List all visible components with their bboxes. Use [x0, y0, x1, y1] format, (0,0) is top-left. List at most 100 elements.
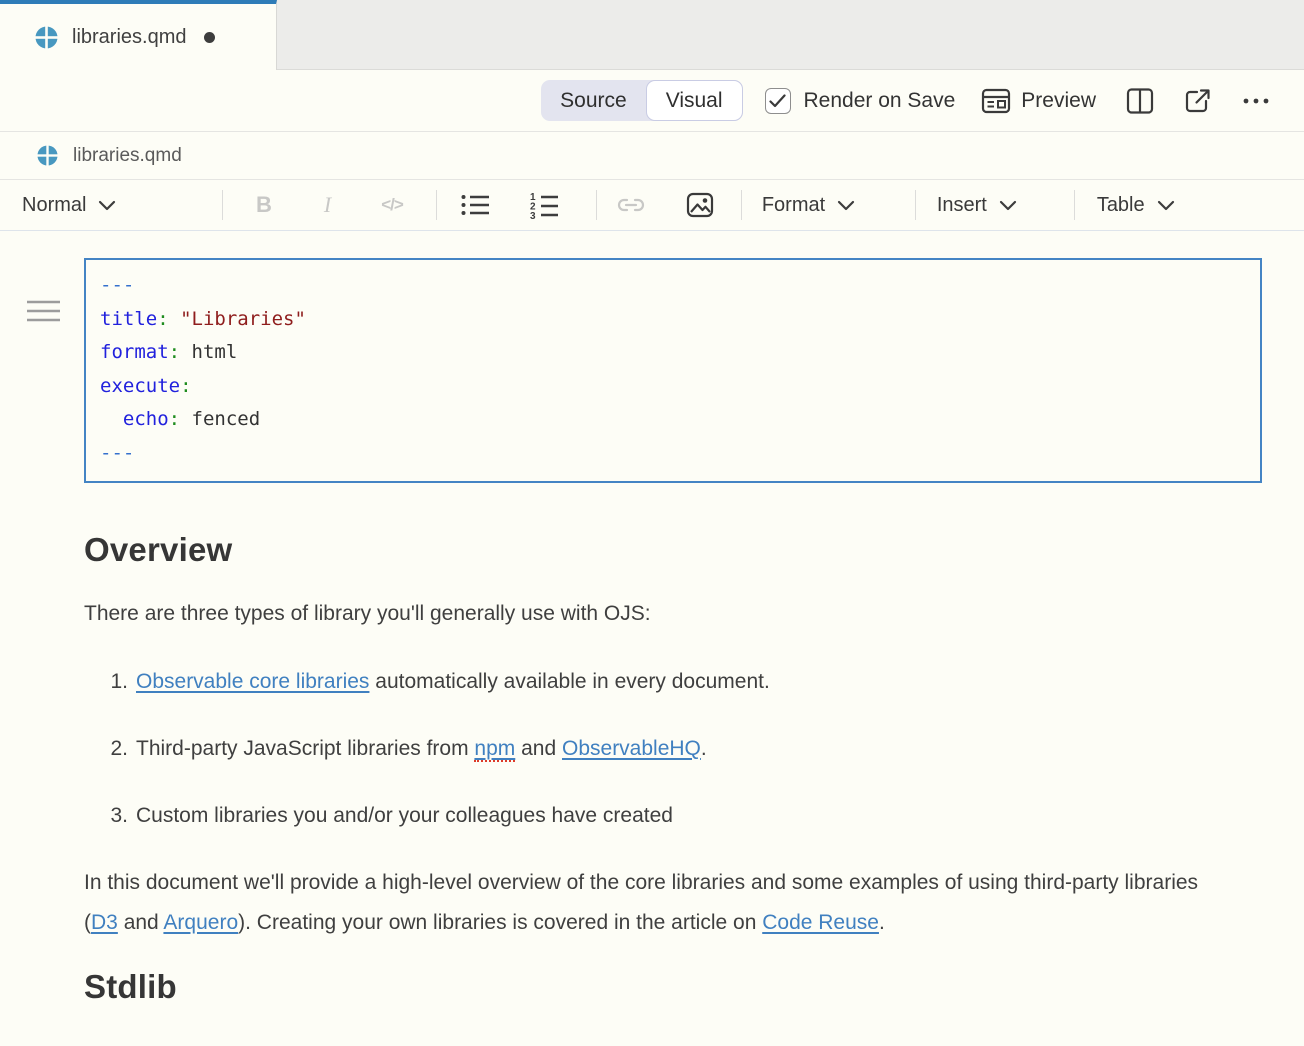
- open-external-icon: [1184, 87, 1212, 115]
- overview-heading: Overview: [84, 531, 1262, 569]
- text-run: automatically available in every documen…: [369, 670, 769, 693]
- list-item-number: 2.: [84, 729, 128, 769]
- yaml-token: echo: [123, 408, 169, 430]
- block-drag-handle-icon[interactable]: [27, 299, 60, 325]
- list-item: 2.Third-party JavaScript libraries from …: [84, 729, 1262, 769]
- bullet-list-icon: [460, 192, 491, 218]
- tab-bar: libraries.qmd: [0, 0, 1304, 70]
- table-menu-label: Table: [1097, 194, 1145, 217]
- format-menu-label: Format: [762, 194, 825, 217]
- more-options-button[interactable]: [1240, 87, 1272, 115]
- yaml-token: "Libraries": [180, 308, 306, 330]
- table-menu[interactable]: Table: [1097, 194, 1175, 217]
- numbered-list-button[interactable]: 1 2 3: [529, 191, 560, 219]
- text-run: Custom libraries you and/or your colleag…: [136, 804, 673, 827]
- chevron-down-icon: [98, 200, 116, 211]
- list-item: 3. Custom libraries you and/or your colle…: [84, 796, 1262, 836]
- source-visual-toggle: Source Visual: [541, 80, 742, 121]
- mode-source-button[interactable]: Source: [541, 80, 646, 121]
- split-editor-button[interactable]: [1126, 87, 1154, 115]
- doc-link[interactable]: npm: [474, 737, 515, 762]
- yaml-token: [169, 308, 180, 330]
- toolbar-divider: [915, 190, 916, 220]
- yaml-token: title: [100, 308, 157, 330]
- render-on-save-checkbox[interactable]: [765, 88, 791, 114]
- visual-editor-document[interactable]: ---title: "Libraries"format: htmlexecute…: [0, 258, 1304, 1006]
- text-run: .: [701, 737, 707, 760]
- open-external-button[interactable]: [1184, 87, 1212, 115]
- text-run: and: [118, 911, 164, 934]
- insert-menu[interactable]: Insert: [937, 194, 1047, 217]
- toolbar-divider: [596, 190, 597, 220]
- code-button[interactable]: </>: [381, 195, 403, 215]
- doc-link[interactable]: ObservableHQ: [562, 737, 701, 760]
- paragraph-style-dropdown[interactable]: Normal: [22, 194, 222, 217]
- list-item: 1.Observable core libraries automaticall…: [84, 662, 1262, 702]
- italic-button[interactable]: I: [324, 194, 331, 216]
- link-button[interactable]: [615, 192, 647, 218]
- preview-button[interactable]: Preview: [981, 87, 1096, 115]
- stdlib-heading: Stdlib: [84, 968, 1262, 1006]
- link-icon: [615, 192, 647, 218]
- numbered-list: 1.Observable core libraries automaticall…: [84, 662, 1262, 836]
- yaml-line: execute:: [100, 370, 1246, 404]
- closing-paragraph: In this document we'll provide a high-le…: [84, 863, 1229, 943]
- list-item-text: Custom libraries you and/or your colleag…: [136, 796, 673, 836]
- tab-libraries-qmd[interactable]: libraries.qmd: [0, 0, 277, 70]
- yaml-line: ---: [100, 437, 1246, 471]
- bold-button[interactable]: B: [256, 194, 272, 216]
- chevron-down-icon: [1157, 200, 1175, 211]
- check-icon: [769, 94, 786, 108]
- quarto-icon: [35, 26, 58, 49]
- yaml-token: format: [100, 341, 169, 363]
- yaml-token: :: [180, 375, 191, 397]
- yaml-token: :: [169, 408, 180, 430]
- toolbar-divider: [436, 190, 437, 220]
- preview-icon: [981, 87, 1011, 115]
- yaml-line: ---: [100, 269, 1246, 303]
- toolbar-divider: [1074, 190, 1075, 220]
- list-item-number: 3.: [84, 796, 128, 836]
- chevron-down-icon: [999, 200, 1017, 211]
- format-toolbar: Normal B I </> 1 2 3: [0, 180, 1304, 231]
- svg-text:3: 3: [530, 211, 536, 219]
- doc-link[interactable]: D3: [91, 911, 118, 934]
- text-run: .: [879, 911, 885, 934]
- mode-visual-button[interactable]: Visual: [646, 80, 743, 121]
- yaml-token: ---: [100, 274, 134, 296]
- doc-link[interactable]: Arquero: [163, 911, 238, 934]
- toolbar-divider: [222, 190, 223, 220]
- render-on-save-label: Render on Save: [804, 89, 956, 113]
- preview-label: Preview: [1021, 89, 1096, 113]
- yaml-line: format: html: [100, 336, 1246, 370]
- ellipsis-icon: [1240, 87, 1272, 115]
- quarto-icon: [37, 145, 58, 166]
- image-button[interactable]: [685, 191, 715, 219]
- format-menu[interactable]: Format: [762, 194, 887, 217]
- editor-actions-toolbar: Source Visual Render on Save Preview: [0, 70, 1304, 132]
- yaml-front-matter-block[interactable]: ---title: "Libraries"format: htmlexecute…: [84, 258, 1262, 483]
- bullet-list-button[interactable]: [460, 192, 491, 218]
- chevron-down-icon: [837, 200, 855, 211]
- yaml-token: :: [169, 341, 180, 363]
- yaml-line: echo: fenced: [100, 403, 1246, 437]
- list-item-text: Third-party JavaScript libraries from np…: [136, 729, 707, 769]
- image-icon: [685, 191, 715, 219]
- split-view-icon: [1126, 87, 1154, 115]
- text-run: and: [515, 737, 562, 760]
- yaml-token: html: [180, 341, 237, 363]
- doc-link[interactable]: Code Reuse: [762, 911, 879, 934]
- yaml-line: title: "Libraries": [100, 303, 1246, 337]
- yaml-token: execute: [100, 375, 180, 397]
- text-run: ). Creating your own libraries is covere…: [238, 911, 762, 934]
- yaml-token: [100, 408, 123, 430]
- list-item-number: 1.: [84, 662, 128, 702]
- list-item-text: Observable core libraries automatically …: [136, 662, 770, 702]
- paragraph-style-label: Normal: [22, 194, 86, 217]
- tab-title: libraries.qmd: [72, 26, 186, 49]
- numbered-list-icon: 1 2 3: [529, 191, 560, 219]
- insert-menu-label: Insert: [937, 194, 987, 217]
- doc-link[interactable]: Observable core libraries: [136, 670, 369, 693]
- yaml-token: fenced: [180, 408, 260, 430]
- breadcrumb-filename[interactable]: libraries.qmd: [73, 145, 182, 167]
